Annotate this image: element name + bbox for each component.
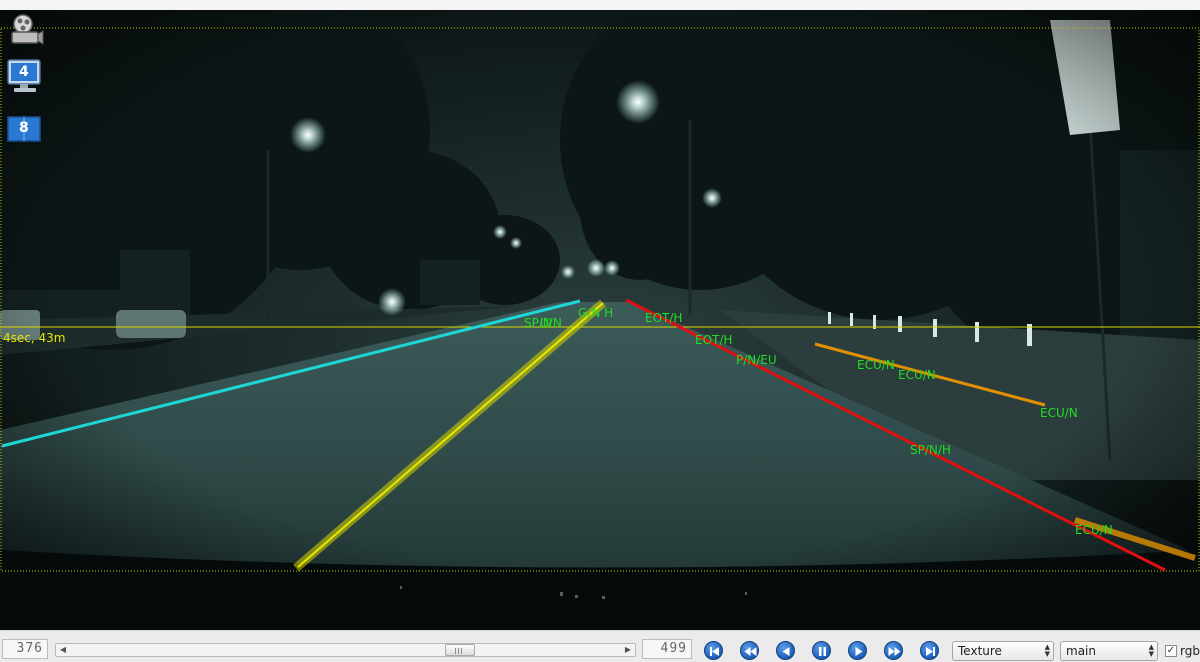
window-badge: 8 bbox=[19, 120, 29, 136]
lane-label: EOT/H bbox=[645, 311, 682, 325]
lane-label: U/N bbox=[540, 316, 562, 330]
lane-label: EOT/H bbox=[695, 333, 732, 347]
lens-vignette bbox=[0, 10, 1200, 630]
lane-label: P/N/EU bbox=[736, 353, 777, 367]
lane-label: ECU/N bbox=[1040, 406, 1078, 420]
select-arrows-icon: ▲ ▼ bbox=[1148, 643, 1154, 658]
step-back-icon bbox=[782, 647, 790, 656]
distance-label: 4sec, 43m bbox=[3, 331, 65, 345]
camera-frame: 4sec, 43m SP/N U/N G/N H EOT/H EOT/H P/N… bbox=[0, 10, 1200, 630]
seek-right-arrow-icon[interactable]: ▶ bbox=[622, 644, 634, 656]
seek-slider[interactable]: ◀ ▶ bbox=[55, 643, 636, 657]
lane-label: G/N H bbox=[578, 306, 613, 320]
seek-left-arrow-icon[interactable]: ◀ bbox=[57, 644, 69, 656]
rgb-label: rgb bbox=[1180, 644, 1200, 658]
last-frame-button[interactable] bbox=[920, 641, 939, 660]
monitor-badge: 4 bbox=[19, 64, 29, 80]
play-icon bbox=[855, 647, 863, 656]
current-frame-display[interactable]: 376 bbox=[2, 639, 48, 659]
seek-thumb[interactable] bbox=[445, 644, 475, 656]
lane-label: ECU/N bbox=[1075, 523, 1113, 537]
rewind-button[interactable] bbox=[740, 641, 759, 660]
video-viewport[interactable]: 4sec, 43m SP/N U/N G/N H EOT/H EOT/H P/N… bbox=[0, 10, 1200, 630]
select-arrows-icon: ▲ ▼ bbox=[1044, 643, 1050, 658]
total-frames-display: 499 bbox=[642, 639, 692, 659]
lane-label: SP/N/H bbox=[910, 443, 951, 457]
window-icon[interactable]: 8 bbox=[6, 114, 44, 144]
pause-button[interactable] bbox=[812, 641, 831, 660]
fast-forward-icon bbox=[888, 647, 901, 656]
stream-select-value: main bbox=[1066, 644, 1096, 658]
monitor-icon[interactable]: 4 bbox=[6, 58, 44, 94]
film-reel-icon[interactable] bbox=[6, 12, 44, 48]
fast-forward-button[interactable] bbox=[884, 641, 903, 660]
lane-label: ECU/N bbox=[857, 358, 895, 372]
skip-to-end-icon bbox=[926, 647, 935, 656]
window-top-strip bbox=[0, 0, 1200, 10]
skip-to-start-icon bbox=[710, 647, 719, 656]
step-back-button[interactable] bbox=[776, 641, 795, 660]
pause-icon bbox=[819, 647, 826, 656]
rgb-checkbox[interactable]: ✓ bbox=[1165, 645, 1177, 657]
lane-label: ECU/N bbox=[898, 368, 936, 382]
first-frame-button[interactable] bbox=[704, 641, 723, 660]
play-button[interactable] bbox=[848, 641, 867, 660]
playback-controls: 376 ◀ ▶ 499 Texture ▲ ▼ main ▲ ▼ ✓ rgb bbox=[0, 630, 1200, 662]
renderer-select-value: Texture bbox=[958, 644, 1002, 658]
rewind-icon bbox=[744, 647, 757, 656]
renderer-select[interactable]: Texture ▲ ▼ bbox=[952, 641, 1054, 661]
stream-select[interactable]: main ▲ ▼ bbox=[1060, 641, 1158, 661]
